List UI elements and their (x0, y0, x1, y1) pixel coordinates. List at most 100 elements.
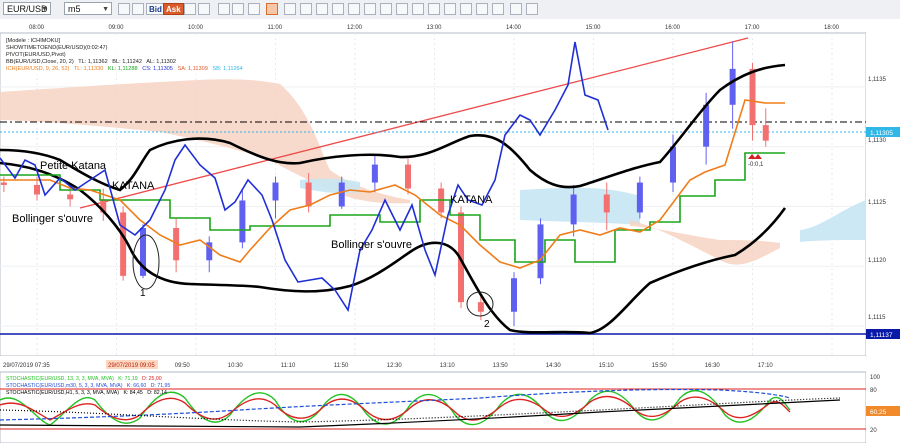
top-time-label: 08:00 (29, 25, 45, 31)
candle-up[interactable] (636, 182, 643, 213)
stoch-level-20-label: 20 (870, 428, 877, 434)
candle-up[interactable] (371, 164, 378, 183)
candle-up[interactable] (511, 278, 517, 312)
bollinger-label-1: Bollinger s'ouvre (12, 213, 93, 225)
stoch-legend-2: STOCHASTIC(EUR/USD,m30, 5, 3, 3, MVA, MV… (6, 383, 170, 389)
candle-down[interactable] (67, 194, 74, 200)
candle-up[interactable] (703, 104, 710, 147)
chart-canvas[interactable]: 08:00 09:00 10:00 11:00 12:00 13:00 14:00 15:00… (0, 19, 900, 443)
time-header (0, 19, 900, 33)
top-time-label: 18:00 (824, 25, 840, 31)
print-button[interactable] (526, 3, 538, 15)
legend-ich-sb: SB: 1,11264 (212, 66, 242, 72)
rectangle-tool-button[interactable] (332, 3, 344, 15)
legend-ich-cs: CS: 1,11305 (142, 66, 173, 72)
lock-tool-button[interactable] (428, 3, 440, 15)
chevron-down-icon: ▼ (102, 6, 109, 13)
stoch-level-100-label: 100 (870, 375, 881, 381)
arrow-tool-button[interactable] (364, 3, 376, 15)
top-time-label: 11:00 (268, 25, 283, 31)
legend-bb-bl: BL: 1,11242 (112, 59, 142, 65)
candle-down[interactable] (477, 302, 484, 312)
bar-chart-button[interactable] (118, 3, 130, 15)
candle-up[interactable] (272, 182, 279, 201)
crosshair-button[interactable] (218, 3, 230, 15)
candle-down[interactable] (34, 184, 40, 195)
top-time-label: 16:00 (665, 25, 681, 31)
text-tool-button[interactable] (284, 3, 296, 15)
candle-down[interactable] (120, 212, 127, 276)
legend-line-5: ICH(EUR/USD, 9, 26, 52) TL: 1,11330 KL: … (6, 66, 243, 72)
candle-down[interactable] (305, 182, 312, 207)
ask-button[interactable]: Ask (163, 3, 184, 15)
candle-up[interactable] (239, 200, 246, 243)
zoom-in-button[interactable] (184, 3, 196, 15)
draw-mode-button[interactable] (266, 3, 278, 15)
bottom-time-label: 10:30 (228, 363, 244, 369)
horizontal-line-button[interactable] (248, 3, 260, 15)
fibonacci-tool-button[interactable] (316, 3, 328, 15)
legend-ich-prefix: ICH(EUR/USD, 9, 26, 52) (6, 66, 70, 72)
line-chart-button[interactable] (132, 3, 144, 15)
top-time-label: 14:00 (506, 25, 522, 31)
alert-button[interactable] (492, 3, 504, 15)
timeframe-select[interactable]: m5 ▼ (64, 2, 112, 15)
magnet-tool-button[interactable] (412, 3, 424, 15)
bottom-time-label: 17:10 (758, 363, 774, 369)
bottom-time-label: 13:50 (493, 363, 509, 369)
start-time-label: 29/07/2019 07:35 (3, 363, 50, 369)
legend-bb-al: AL: 1,11302 (146, 59, 176, 65)
template-button[interactable] (476, 3, 488, 15)
candle-down[interactable] (762, 125, 769, 141)
candle-down[interactable] (603, 194, 610, 213)
bottom-time-label: 15:50 (652, 363, 668, 369)
price-label-1125: 1,1125 (868, 200, 887, 206)
stoch-legend-1: STOCHASTIC(EUR/USD, 13, 3, 3, MVA, MVA) … (6, 376, 162, 382)
candle-down[interactable] (749, 68, 756, 126)
chart-toolbar: EUR/USD ▼ m5 ▼ Bid Ask (0, 0, 900, 20)
candle-up[interactable] (670, 146, 676, 183)
stoch-legend-3: STOCHASTIC(EUR/USD,H1, 5, 3, 3, MVA, MVA… (6, 390, 167, 396)
channel-tool-button[interactable] (300, 3, 312, 15)
price-label-1120: 1,1120 (868, 258, 887, 264)
bollinger-label-2: Bollinger s'ouvre (331, 239, 412, 251)
stoch-value: 60,25 (870, 409, 887, 416)
katana-label-1: KATANA (112, 180, 155, 192)
candle-up[interactable] (537, 224, 544, 279)
ellipse-tool-button[interactable] (348, 3, 360, 15)
candle-up[interactable] (338, 182, 345, 207)
price-label-1115: 1,1115 (868, 315, 886, 321)
petite-katana-label: Petite Katana (40, 160, 107, 172)
price-label-1135: 1,1135 (868, 77, 887, 83)
chevron-down-icon: ▼ (41, 6, 48, 13)
trendline-tool-button[interactable] (232, 3, 244, 15)
eraser-tool-button[interactable] (396, 3, 408, 15)
top-time-label: 09:00 (109, 25, 125, 31)
legend-ich-sa: SA: 1,11309 (177, 66, 207, 72)
price-panel (0, 32, 867, 357)
legend-line-4: BB(EUR/USD,Close, 20, 2) TL: 1,11362 BL:… (6, 59, 176, 65)
legend-line-1: [Modele : ICHIMOKU] (6, 38, 61, 44)
bottom-time-label: 12:30 (387, 363, 403, 369)
pencil-tool-button[interactable] (380, 3, 392, 15)
bottom-time-label: 13:10 (440, 363, 456, 369)
cloud-bull-2 (520, 187, 640, 225)
bottom-time-label: 14:30 (546, 363, 562, 369)
candle-up[interactable] (570, 194, 577, 225)
legend-ich-kl: KL: 1,11288 (108, 66, 138, 72)
signal-value: -0:0,1 (748, 162, 764, 168)
top-time-label: 12:00 (347, 25, 363, 31)
zoom-out-button[interactable] (198, 3, 210, 15)
bottom-time-label: 09:50 (175, 363, 191, 369)
price-label-1130: 1,1130 (868, 138, 887, 144)
symbol-select[interactable]: EUR/USD ▼ (3, 2, 51, 15)
candle-up[interactable] (729, 68, 736, 105)
timeframe-value: m5 (68, 4, 81, 14)
top-time-label: 17:00 (745, 25, 761, 31)
candle-down[interactable] (405, 164, 411, 189)
candle-down[interactable] (0, 182, 7, 185)
visibility-tool-button[interactable] (444, 3, 456, 15)
indicator-button[interactable] (460, 3, 472, 15)
settings-button[interactable] (510, 3, 522, 15)
katana-label-2: KATANA (450, 194, 493, 206)
